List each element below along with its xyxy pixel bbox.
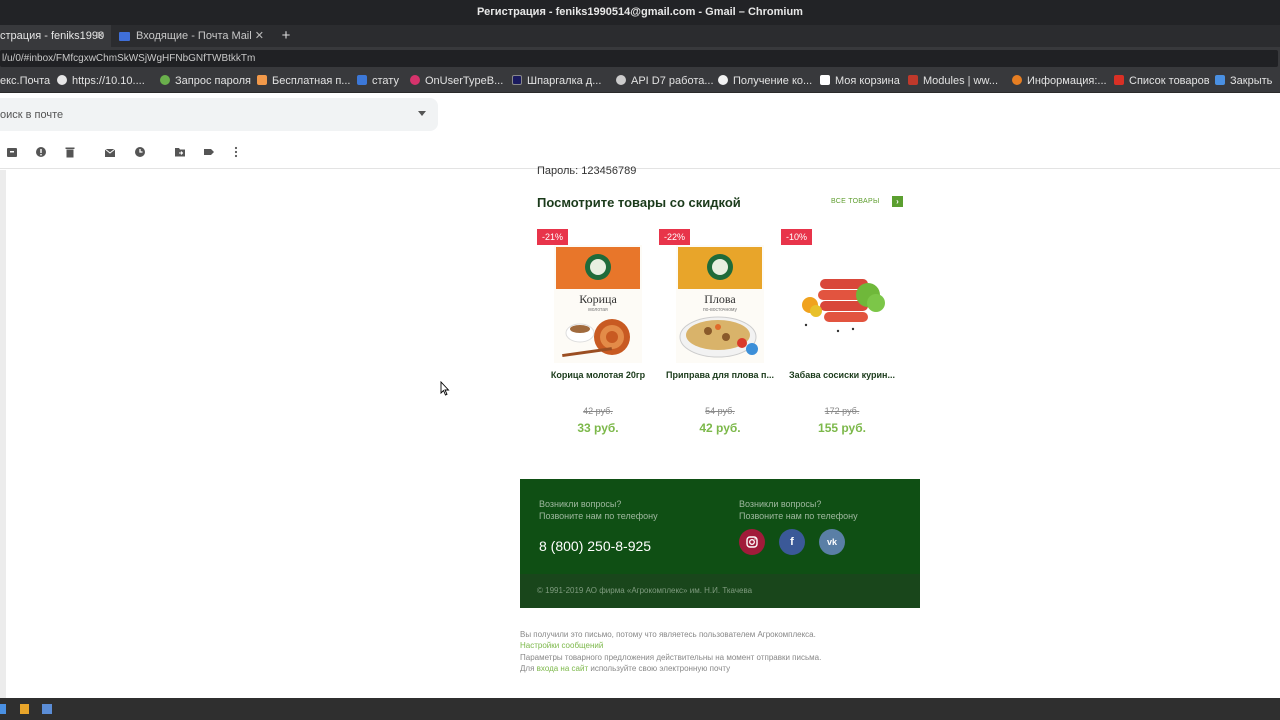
bookmark-favicon-icon [512,75,522,85]
tab-close-icon[interactable]: ✕ [251,25,264,47]
product-image-pilaf-spice[interactable]: Плова по-восточному [676,245,764,363]
app-icon[interactable] [0,704,6,714]
bookmark-item[interactable]: API D7 работа... [616,69,714,93]
new-price: 155 руб. [818,421,866,435]
instagram-glyph [746,536,758,548]
gmail-icon [1114,75,1124,85]
bookmark-item[interactable]: Modules | ww... [908,69,998,93]
bookmark-item[interactable]: Запрос пароля [160,69,251,93]
tab-label: страция - feniks1990 [0,30,105,42]
shield-icon [357,75,367,85]
product-name[interactable]: Корица молотая 20гр [537,370,659,380]
login-link[interactable]: входа на сайт [537,664,588,673]
product-name[interactable]: Забава сосиски курин... [781,370,903,380]
phone-number[interactable]: 8 (800) 250-8-925 [539,538,651,554]
new-price: 42 руб. [699,421,741,435]
mark-unread-icon[interactable] [104,146,116,158]
tab-mailru[interactable]: Входящие - Почта Mail.ru ✕ [112,25,270,47]
move-to-icon[interactable] [174,146,186,158]
bookmark-item[interactable]: Получение ко... [718,69,812,93]
archive-icon[interactable] [6,146,18,158]
tab-gmail[interactable]: страция - feniks1990 ✕ [0,25,111,47]
tab-close-icon[interactable]: ✕ [96,25,105,47]
address-bar-container: l/u/0/#inbox/FMfcgxwChmSkWSjWgHFNbGNfTWB… [0,47,1280,69]
gear-icon [616,75,626,85]
old-price: 42 руб. [583,406,613,416]
bookmark-item[interactable]: екс.Почта [0,69,50,93]
product-card[interactable]: -21% Корица молотая Корица молотая 20гр … [537,229,659,449]
bookmark-favicon-icon [1012,75,1022,85]
bookmark-item[interactable]: Моя корзина [820,69,900,93]
bookmark-item[interactable]: Бесплатная п... [257,69,350,93]
discount-badge: -10% [781,229,813,245]
bookmark-favicon-icon [410,75,420,85]
new-tab-icon[interactable]: + [279,25,293,47]
section-title: Посмотрите товары со скидкой [537,195,741,210]
pack-title: Плова [704,292,736,306]
gmail-header [0,93,1280,169]
bookmark-item[interactable]: Закрыть [1215,69,1272,93]
instagram-icon[interactable] [739,529,765,555]
report-spam-icon[interactable] [35,146,47,158]
product-image-sausages[interactable] [781,245,903,363]
email-content: Пароль: 123456789 Посмотрите товары со с… [520,165,920,479]
chevron-right-icon[interactable]: › [892,196,903,207]
bookmark-favicon-icon [1215,75,1225,85]
discount-badge: -22% [659,229,691,245]
tab-label: Входящие - Почта Mail.ru [136,30,265,42]
copyright: © 1991-2019 АО фирма «Агрокомплекс» им. … [520,574,920,608]
discount-badge: -21% [537,229,569,245]
message-settings-link[interactable]: Настройки сообщений [520,640,920,651]
password-line: Пароль: 123456789 [537,165,637,177]
address-bar[interactable]: l/u/0/#inbox/FMfcgxwChmSkWSjWgHFNbGNfTWB… [0,50,1278,67]
old-price: 54 руб. [705,406,735,416]
cart-icon [820,75,830,85]
mail-icon [119,31,130,41]
all-products-link[interactable]: ВСЕ ТОВАРЫ [831,198,879,205]
bookmarks-bar: екс.Почта https://10.10.... Запрос парол… [0,69,1280,93]
window-title: Регистрация - feniks1990514@gmail.com - … [0,0,1280,25]
facebook-icon[interactable]: f [779,529,805,555]
search-input[interactable] [0,98,400,131]
bookmark-favicon-icon [160,75,170,85]
delete-icon[interactable] [64,146,76,158]
label-icon[interactable] [203,146,215,158]
search-options-icon[interactable] [418,111,426,116]
taskbar [0,698,1280,720]
snooze-icon[interactable] [134,146,146,158]
contact-right: Возникли вопросы? Позвоните нам по телеф… [739,499,858,521]
pack-subtitle: молотая [588,307,608,313]
bookmark-item[interactable]: стату [357,69,399,93]
bookmark-favicon-icon [908,75,918,85]
globe-icon [57,75,67,85]
search-box[interactable] [0,98,438,131]
pack-subtitle: по-восточному [703,307,738,313]
contact-left: Возникли вопросы? Позвоните нам по телеф… [539,499,658,521]
old-price: 172 руб. [824,406,860,416]
bookmark-favicon-icon [257,75,267,85]
bookmark-item[interactable]: Список товаров [1114,69,1210,93]
product-card[interactable]: -10% Забава сосиски курин... 172 руб. 15… [781,229,903,449]
vk-icon[interactable]: vk [819,529,845,555]
bookmark-item[interactable]: Информация:... [1012,69,1107,93]
notes-icon[interactable] [20,704,29,714]
product-card[interactable]: -22% Плова по-восточному Приправа для пл… [659,229,781,449]
github-icon [718,75,728,85]
product-image-cinnamon[interactable]: Корица молотая [554,245,642,363]
tab-strip: страция - feniks1990 ✕ Входящие - Почта … [0,25,1280,47]
more-options-icon[interactable] [230,146,242,158]
bookmark-item[interactable]: OnUserTypeB... [410,69,503,93]
left-sidebar-strip [0,170,6,698]
bookmark-item[interactable]: Шпаргалка д... [512,69,601,93]
pack-title: Корица [579,292,617,306]
app-icon[interactable] [42,704,52,714]
legal-notice: Вы получили это письмо, потому что являе… [520,629,920,674]
email-footer: Возникли вопросы? Позвоните нам по телеф… [520,479,920,608]
product-name[interactable]: Приправа для плова п... [659,370,781,380]
new-price: 33 руб. [577,421,619,435]
bookmark-item[interactable]: https://10.10.... [57,69,145,93]
mouse-cursor-icon [440,381,450,396]
